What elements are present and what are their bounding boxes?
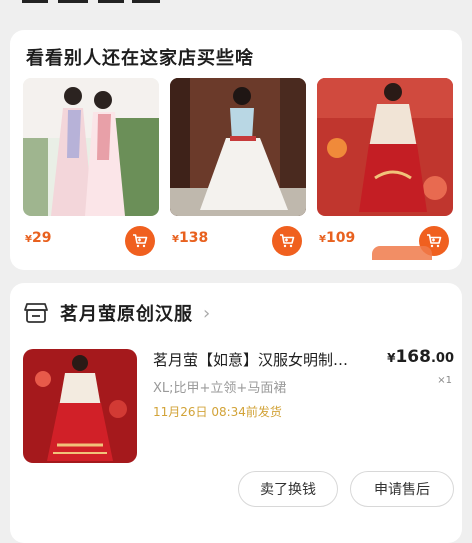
price-integer: 168: [395, 347, 431, 367]
store-name[interactable]: 茗月萤原创汉服: [60, 300, 193, 326]
cart-icon: [133, 234, 148, 248]
order-item-title[interactable]: 茗月萤【如意】汉服女明制…: [153, 349, 383, 370]
price-value: 109: [325, 230, 356, 246]
bottom-action-button-cut[interactable]: [372, 246, 432, 260]
price-value: 29: [31, 230, 52, 246]
top-cut-header: [0, 0, 472, 28]
order-item-image[interactable]: [23, 349, 137, 463]
recommend-card: 看看别人还在这家店买些啥 ¥29 ¥138 ¥109: [10, 30, 462, 270]
cart-icon: [280, 234, 295, 248]
sell-button[interactable]: 卖了换钱: [238, 471, 338, 507]
product-image-3[interactable]: [317, 78, 453, 216]
product-card-3[interactable]: ¥109: [317, 78, 453, 263]
recommend-products: ¥29 ¥138 ¥109: [23, 78, 453, 263]
cut-title-glyphs: [22, 0, 160, 3]
product-card-2[interactable]: ¥138: [170, 78, 306, 263]
product-price-1: ¥29: [25, 230, 51, 246]
currency-symbol: ¥: [25, 234, 32, 245]
order-item-price: ¥168.00: [387, 347, 454, 367]
price-value: 138: [178, 230, 209, 246]
currency-symbol: ¥: [172, 234, 179, 245]
product-price-3: ¥109: [319, 230, 355, 246]
order-item-spec: XL;比甲+立领+马面裙: [153, 381, 287, 396]
add-to-cart-button-1[interactable]: [125, 226, 155, 256]
order-item-quantity: ×1: [437, 375, 452, 386]
chevron-right-icon: ›: [203, 302, 211, 324]
product-price-2: ¥138: [172, 230, 208, 246]
store-header[interactable]: 茗月萤原创汉服 ›: [24, 299, 210, 327]
product-image-2[interactable]: [170, 78, 306, 216]
product-card-1[interactable]: ¥29: [23, 78, 159, 263]
recommend-title: 看看别人还在这家店买些啥: [26, 48, 254, 69]
product-image-1[interactable]: [23, 78, 159, 216]
currency-symbol: ¥: [319, 234, 326, 245]
after-sale-button[interactable]: 申请售后: [350, 471, 454, 507]
order-card: 茗月萤原创汉服 › 茗月萤【如意】汉服女明制… ¥168.00 ×1 XL;比甲…: [10, 283, 462, 543]
store-icon: [24, 303, 48, 323]
order-ship-info: 11月26日 08:34前发货: [153, 405, 282, 419]
price-decimal: .00: [430, 351, 454, 366]
add-to-cart-button-2[interactable]: [272, 226, 302, 256]
